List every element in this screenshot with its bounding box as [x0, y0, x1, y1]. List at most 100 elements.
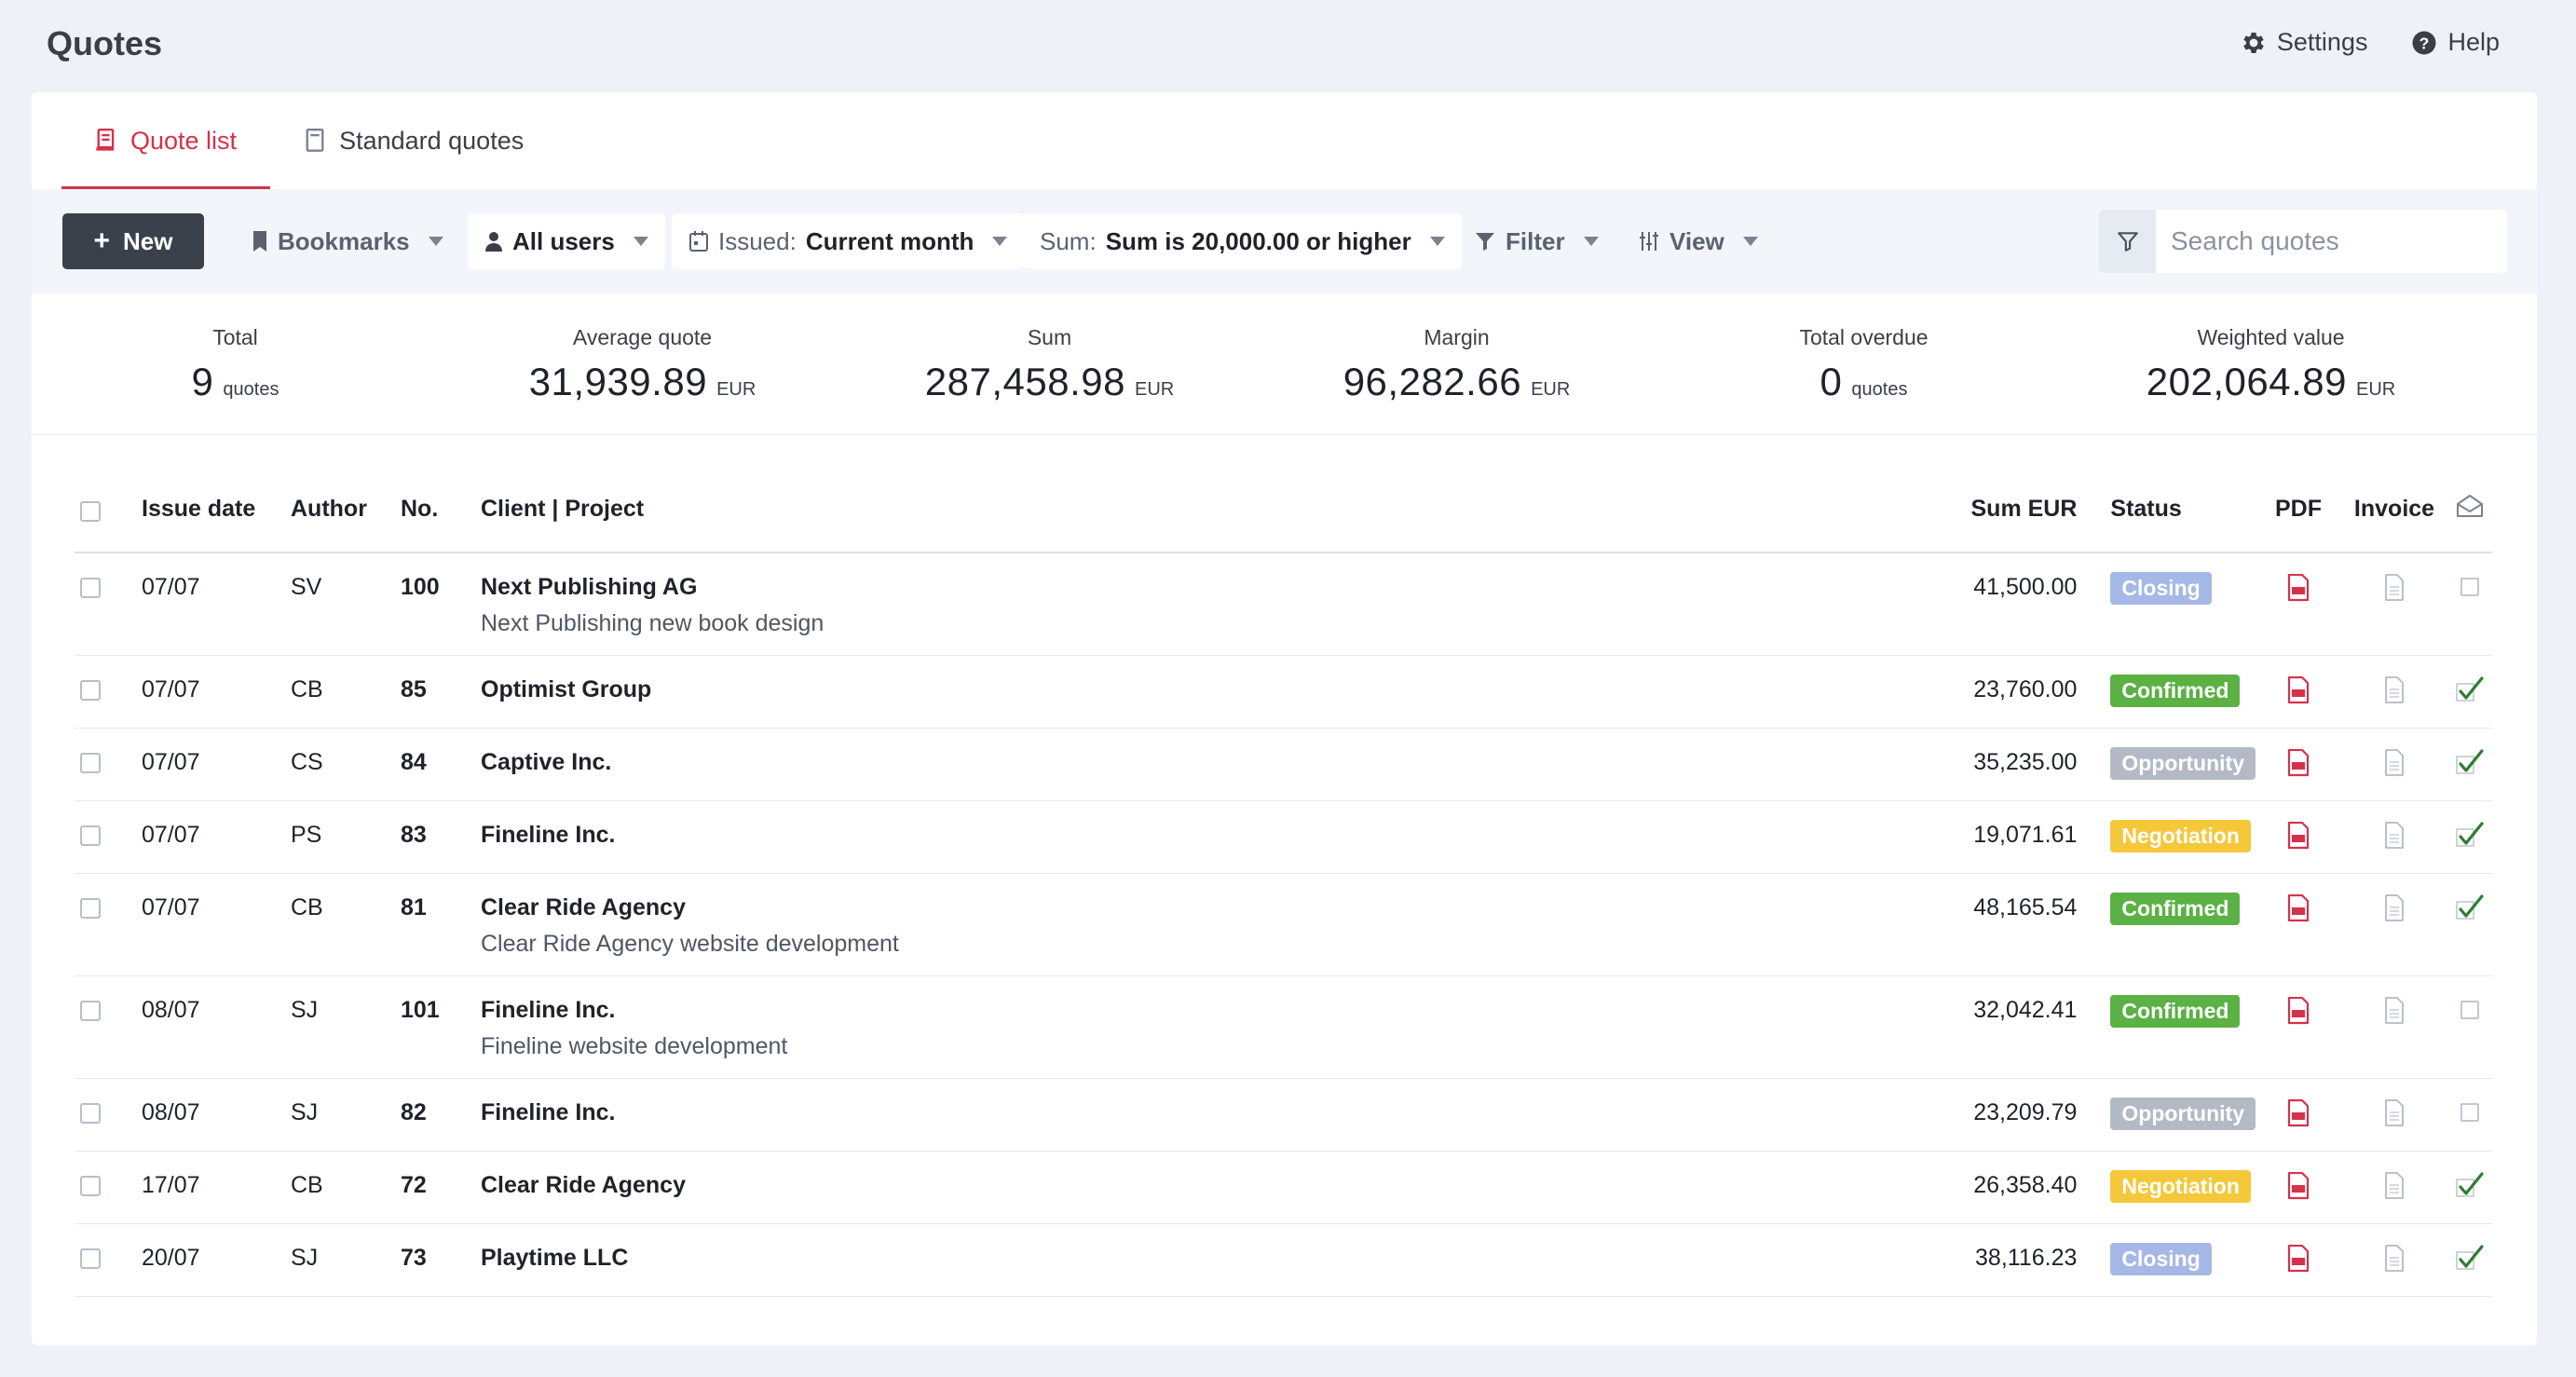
users-dropdown[interactable]: All users: [468, 213, 665, 269]
search-filter-button[interactable]: [2099, 210, 2156, 273]
pdf-icon[interactable]: [2286, 1098, 2310, 1127]
quote-number[interactable]: 73: [401, 1223, 481, 1297]
pdf-icon[interactable]: [2286, 893, 2310, 922]
invoice-document-icon[interactable]: [2383, 574, 2406, 602]
row-checkbox[interactable]: [80, 1247, 101, 1269]
header-issue-date[interactable]: Issue date: [142, 467, 291, 553]
pdf-icon[interactable]: [2286, 1244, 2310, 1273]
invoice-document-icon[interactable]: [2383, 1171, 2406, 1200]
pdf-icon[interactable]: [2286, 996, 2310, 1025]
pdf-icon[interactable]: [2286, 573, 2310, 602]
table-row[interactable]: 17/07 CB 72 Clear Ride Agency 26,358.40 Negot…: [75, 1151, 2492, 1224]
quote-number[interactable]: 84: [401, 728, 481, 801]
header-no[interactable]: No.: [401, 467, 481, 553]
client-name[interactable]: Fineline Inc.: [481, 1099, 1928, 1126]
row-checkbox[interactable]: [80, 679, 101, 701]
client-name[interactable]: Fineline Inc.: [481, 997, 1928, 1024]
table-row[interactable]: 07/07 CB 81 Clear Ride Agency Clear Ride Age…: [75, 873, 2492, 976]
client-name[interactable]: Next Publishing AG: [481, 574, 1928, 601]
status-badge[interactable]: Closing: [2110, 572, 2212, 605]
tab-quote-list[interactable]: Quote list: [61, 92, 271, 189]
table-row[interactable]: 07/07 CB 85 Optimist Group 23,760.00 Confirme…: [75, 655, 2492, 729]
quote-number[interactable]: 101: [401, 975, 481, 1079]
project-name[interactable]: Next Publishing new book design: [481, 610, 1928, 637]
quote-number[interactable]: 100: [401, 552, 481, 656]
table-row[interactable]: 07/07 CS 84 Captive Inc. 35,235.00 Opportunit…: [75, 728, 2492, 801]
help-button[interactable]: ? Help: [2410, 28, 2500, 57]
invoice-document-icon[interactable]: [2383, 893, 2406, 922]
pdf-icon[interactable]: [2286, 821, 2310, 850]
project-name[interactable]: Fineline website development: [481, 1033, 1928, 1060]
table-row[interactable]: 07/07 PS 83 Fineline Inc. 19,071.61 Negotiati…: [75, 800, 2492, 874]
invoice-document-icon[interactable]: [2383, 748, 2406, 777]
invoice-document-icon[interactable]: [2383, 675, 2406, 704]
row-checkbox[interactable]: [80, 825, 101, 846]
table-row[interactable]: 07/07 SV 100 Next Publishing AG Next Publish…: [75, 552, 2492, 656]
quote-number[interactable]: 82: [401, 1078, 481, 1152]
invoice-document-icon[interactable]: [2383, 1244, 2406, 1273]
invoice-document-icon[interactable]: [2383, 996, 2406, 1025]
filter-dropdown[interactable]: Filter: [1457, 213, 1615, 269]
status-badge[interactable]: Confirmed: [2110, 674, 2241, 707]
status-badge[interactable]: Opportunity: [2110, 746, 2256, 780]
invoice-document-icon[interactable]: [2383, 1098, 2406, 1127]
unsent-box-icon[interactable]: [2460, 1102, 2479, 1122]
row-checkbox[interactable]: [80, 897, 101, 919]
row-checkbox[interactable]: [80, 752, 101, 773]
sent-check-icon[interactable]: [2455, 748, 2485, 777]
unsent-box-icon[interactable]: [2460, 578, 2479, 596]
invoice-cell: [2341, 1151, 2447, 1224]
sum-filter-dropdown[interactable]: Sum: Sum is 20,000.00 or higher: [1023, 213, 1462, 269]
table-row[interactable]: 08/07 SJ 101 Fineline Inc. Fineline website …: [75, 975, 2492, 1079]
search-input[interactable]: [2156, 210, 2507, 273]
pdf-icon[interactable]: [2286, 675, 2310, 704]
table-row[interactable]: 20/07 SJ 73 Playtime LLC 38,116.23 Closing: [75, 1223, 2492, 1297]
status-badge[interactable]: Opportunity: [2110, 1097, 2256, 1130]
client-name[interactable]: Clear Ride Agency: [481, 894, 1928, 921]
settings-button[interactable]: Settings: [2240, 28, 2367, 57]
sent-check-icon[interactable]: [2455, 821, 2485, 850]
quote-number[interactable]: 83: [401, 800, 481, 874]
sent-check-icon[interactable]: [2455, 675, 2485, 704]
view-dropdown[interactable]: View: [1621, 213, 1775, 269]
stat-value: 287,458.98: [924, 360, 1125, 403]
unsent-box-icon[interactable]: [2460, 1000, 2479, 1019]
header-client-project[interactable]: Client | Project: [481, 467, 1929, 553]
pdf-icon[interactable]: [2286, 748, 2310, 777]
header-author[interactable]: Author: [291, 467, 401, 553]
project-name[interactable]: Clear Ride Agency website development: [481, 931, 1928, 958]
status-badge[interactable]: Confirmed: [2110, 994, 2241, 1028]
status-badge[interactable]: Confirmed: [2110, 892, 2241, 925]
quote-number[interactable]: 85: [401, 655, 481, 729]
row-checkbox[interactable]: [80, 1102, 101, 1124]
issued-filter-dropdown[interactable]: Issued: Current month: [672, 213, 1025, 269]
issue-date: 07/07: [142, 655, 291, 729]
status-badge[interactable]: Negotiation: [2110, 1169, 2251, 1203]
row-checkbox[interactable]: [80, 578, 101, 599]
sent-check-icon[interactable]: [2455, 1171, 2485, 1200]
row-checkbox[interactable]: [80, 1175, 101, 1196]
invoice-document-icon[interactable]: [2383, 821, 2406, 850]
sent-check-icon[interactable]: [2455, 893, 2485, 922]
tab-standard-quotes[interactable]: Standard quotes: [270, 92, 557, 189]
client-name[interactable]: Playtime LLC: [481, 1245, 1928, 1272]
bookmarks-dropdown[interactable]: Bookmarks: [235, 213, 460, 269]
header-status[interactable]: Status: [2077, 467, 2256, 553]
author: CB: [291, 655, 401, 729]
client-name[interactable]: Captive Inc.: [481, 749, 1928, 776]
quote-number[interactable]: 72: [401, 1151, 481, 1224]
client-project-cell: Clear Ride Agency Clear Ride Agency websi…: [481, 873, 1929, 976]
row-checkbox[interactable]: [80, 1000, 101, 1021]
table-row[interactable]: 08/07 SJ 82 Fineline Inc. 23,209.79 Opportuni…: [75, 1078, 2492, 1152]
status-badge[interactable]: Closing: [2110, 1242, 2212, 1275]
quote-number[interactable]: 81: [401, 873, 481, 976]
client-name[interactable]: Optimist Group: [481, 676, 1928, 703]
client-name[interactable]: Clear Ride Agency: [481, 1172, 1928, 1199]
pdf-icon[interactable]: [2286, 1171, 2310, 1200]
sent-check-icon[interactable]: [2455, 1244, 2485, 1273]
header-sum[interactable]: Sum EUR: [1928, 467, 2078, 553]
client-name[interactable]: Fineline Inc.: [481, 822, 1928, 849]
status-badge[interactable]: Negotiation: [2110, 819, 2251, 852]
select-all-checkbox[interactable]: [80, 501, 101, 523]
new-quote-button[interactable]: + New: [62, 213, 204, 269]
